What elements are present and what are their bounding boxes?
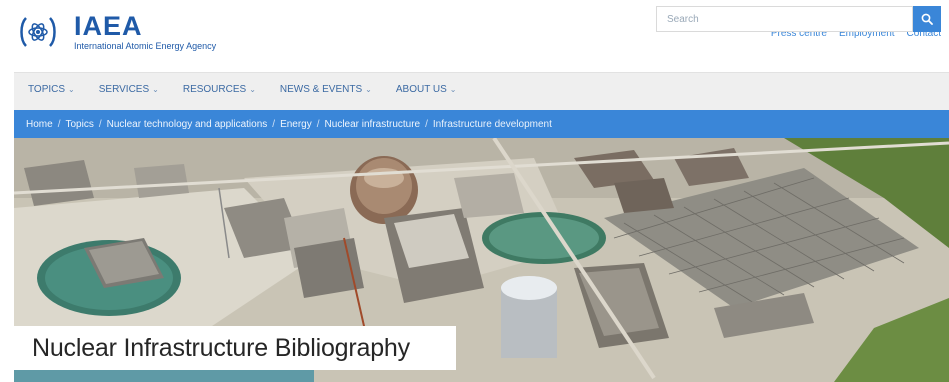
nav-item-about-us[interactable]: ABOUT US ⌄	[396, 84, 457, 95]
breadcrumb-energy[interactable]: Energy	[280, 119, 312, 130]
breadcrumb-separator: /	[57, 118, 61, 130]
breadcrumb-separator: /	[272, 118, 276, 130]
search-icon	[921, 13, 933, 25]
chevron-down-icon: ⌄	[152, 85, 159, 94]
nav-item-label: RESOURCES	[182, 84, 247, 95]
nav-item-resources[interactable]: RESOURCES ⌄	[183, 84, 256, 95]
iaea-logo-icon[interactable]	[18, 12, 58, 52]
chevron-down-icon: ⌄	[365, 85, 372, 94]
brand-name: IAEA	[74, 11, 143, 41]
nav-item-news-events[interactable]: NEWS & EVENTS ⌄	[280, 84, 372, 95]
main-navbar: TOPICS ⌄ SERVICES ⌄ RESOURCES ⌄ NEWS & EVEN…	[14, 72, 949, 110]
breadcrumb-separator: /	[425, 118, 428, 130]
breadcrumb: Home / Topics / Nuclear technology and a…	[14, 110, 949, 138]
search-input[interactable]	[657, 7, 912, 31]
nav-item-services[interactable]: SERVICES ⌄	[99, 84, 159, 95]
nav-menu: TOPICS ⌄ SERVICES ⌄ RESOURCES ⌄ NEWS & EVEN…	[28, 84, 457, 95]
brand-subtitle: International Atomic Energy Agency	[74, 41, 217, 51]
hero-title-box: Nuclear Infrastructure Bibliography	[14, 326, 456, 370]
nav-item-label: ABOUT US	[395, 84, 447, 95]
breadcrumb-nuclear-technology[interactable]: Nuclear technology and applications	[107, 119, 268, 130]
nav-item-topics[interactable]: TOPICS ⌄	[28, 84, 75, 95]
breadcrumb-separator: /	[316, 118, 320, 130]
breadcrumb-current: Infrastructure development	[432, 118, 552, 130]
chevron-down-icon: ⌄	[68, 85, 75, 94]
breadcrumb-topics[interactable]: Topics	[65, 119, 93, 130]
breadcrumb-separator: /	[98, 118, 102, 130]
search-button[interactable]	[913, 6, 941, 32]
breadcrumb-home[interactable]: Home	[26, 119, 53, 130]
nav-item-label: NEWS & EVENTS	[279, 84, 363, 95]
nav-item-label: SERVICES	[98, 84, 150, 95]
chevron-down-icon: ⌄	[449, 85, 457, 94]
nav-item-label: TOPICS	[28, 84, 66, 95]
search-box	[656, 6, 913, 32]
chevron-down-icon: ⌄	[249, 85, 256, 94]
page-title: Nuclear Infrastructure Bibliography	[32, 334, 410, 362]
brand[interactable]: IAEA International Atomic Energy Agency	[74, 12, 216, 51]
breadcrumb-nuclear-infrastructure[interactable]: Nuclear infrastructure	[325, 119, 421, 130]
